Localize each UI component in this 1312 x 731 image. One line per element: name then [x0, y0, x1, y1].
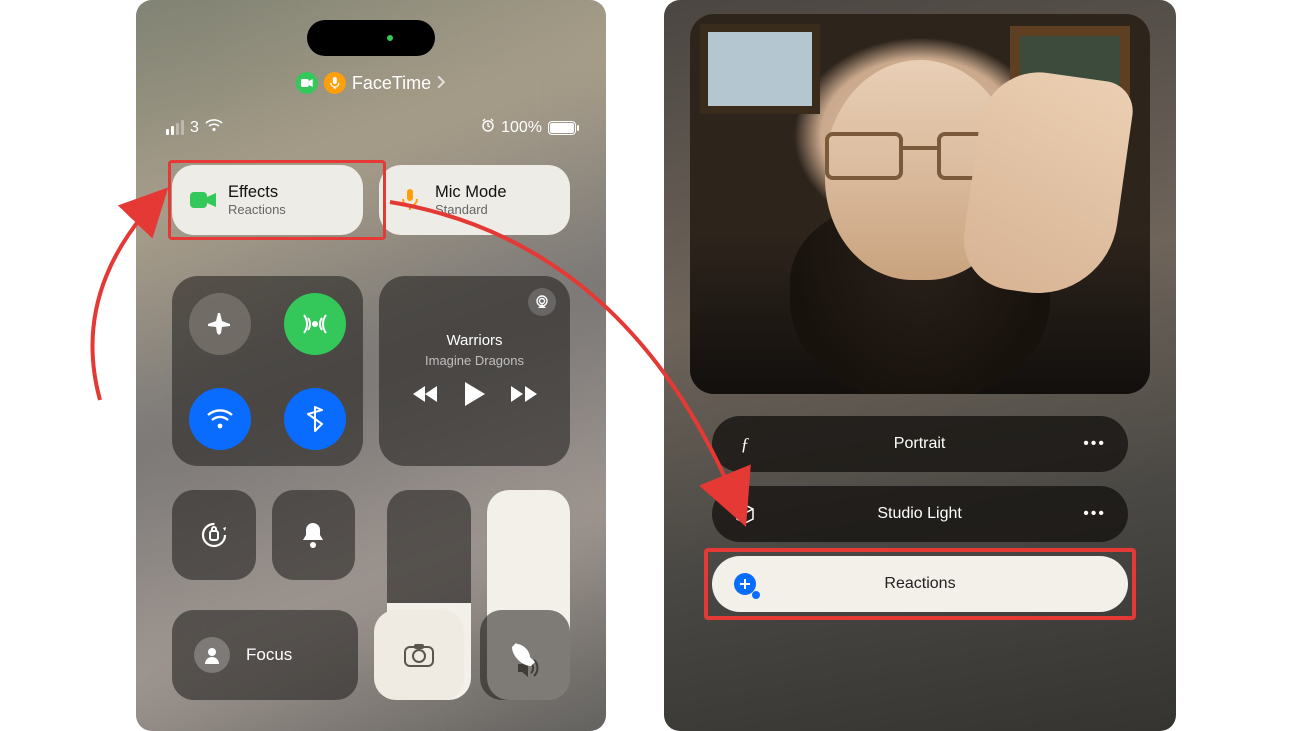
- media-title: Warriors: [446, 332, 502, 349]
- video-icon: [190, 189, 216, 211]
- mic-mode-subtitle: Standard: [435, 202, 507, 217]
- play-icon[interactable]: [465, 382, 485, 411]
- bottom-row: Focus: [172, 610, 570, 700]
- carrier-label: 3: [190, 119, 199, 137]
- camera-active-icon: [296, 72, 318, 94]
- silent-mode-button[interactable]: [272, 490, 356, 580]
- chevron-right-icon: [437, 73, 446, 94]
- rotation-lock-button[interactable]: [172, 490, 256, 580]
- effects-item-studio-light[interactable]: Studio Light •••: [712, 486, 1128, 542]
- wifi-button[interactable]: [189, 388, 251, 450]
- effects-item-reactions[interactable]: Reactions: [712, 556, 1128, 612]
- effects-item-label: Reactions: [774, 575, 1066, 593]
- active-app-pill[interactable]: FaceTime: [296, 72, 446, 94]
- fast-forward-icon[interactable]: [511, 385, 537, 408]
- effects-item-portrait[interactable]: ƒ Portrait •••: [712, 416, 1128, 472]
- effects-item-label: Portrait: [774, 435, 1065, 453]
- reactions-plus-icon: [734, 573, 756, 595]
- control-panels-row: Warriors Imagine Dragons: [172, 276, 570, 466]
- media-panel[interactable]: Warriors Imagine Dragons: [379, 276, 570, 466]
- effects-item-label: Studio Light: [774, 505, 1065, 523]
- focus-button[interactable]: Focus: [172, 610, 358, 700]
- av-tiles-row: Effects Reactions Mic Mode Standard: [172, 165, 570, 235]
- toggles-row: [172, 490, 570, 580]
- active-app-label: FaceTime: [352, 73, 431, 94]
- mic-active-icon: [324, 72, 346, 94]
- phone-hangup-button[interactable]: [480, 610, 570, 700]
- mic-mode-title: Mic Mode: [435, 183, 507, 202]
- aperture-icon: ƒ: [734, 434, 756, 455]
- more-icon[interactable]: •••: [1083, 505, 1106, 523]
- media-controls: [413, 382, 537, 411]
- cube-icon: [734, 504, 756, 524]
- bluetooth-button[interactable]: [284, 388, 346, 450]
- status-bar: 3 100%: [136, 118, 606, 137]
- airplane-mode-button[interactable]: [189, 293, 251, 355]
- effects-panel-screenshot: ƒ Portrait ••• Studio Light ••• Reaction…: [664, 0, 1176, 731]
- cellular-bars-icon: [166, 120, 184, 135]
- control-center-screenshot: FaceTime 3 100% Effects Re: [136, 0, 606, 731]
- media-artist: Imagine Dragons: [425, 353, 524, 368]
- connectivity-panel[interactable]: [172, 276, 363, 466]
- wall-frame-decor: [700, 24, 820, 114]
- effects-tile[interactable]: Effects Reactions: [172, 165, 363, 235]
- mic-mode-tile[interactable]: Mic Mode Standard: [379, 165, 570, 235]
- cellular-data-button[interactable]: [284, 293, 346, 355]
- battery-icon: [548, 121, 576, 135]
- effects-list: ƒ Portrait ••• Studio Light ••• Reaction…: [712, 416, 1128, 612]
- focus-label: Focus: [246, 645, 292, 665]
- camera-button[interactable]: [374, 610, 464, 700]
- person-icon: [194, 637, 230, 673]
- battery-pct: 100%: [501, 119, 542, 137]
- video-preview: [690, 14, 1150, 394]
- mic-icon: [397, 189, 423, 211]
- alarm-icon: [481, 118, 495, 137]
- dynamic-island: [307, 20, 435, 56]
- airplay-icon[interactable]: [528, 288, 556, 316]
- more-icon[interactable]: •••: [1083, 435, 1106, 453]
- wifi-icon: [205, 118, 223, 137]
- effects-title: Effects: [228, 183, 286, 202]
- effects-subtitle: Reactions: [228, 202, 286, 217]
- rewind-icon[interactable]: [413, 385, 439, 408]
